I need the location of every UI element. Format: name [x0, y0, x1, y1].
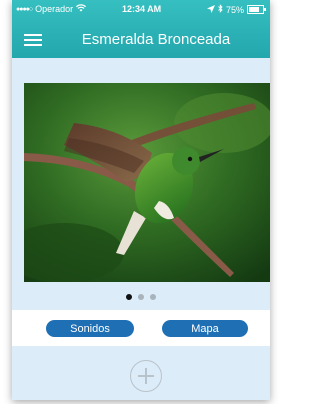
header-bar: ●●●●○ Operador 12:34 AM 75% Esmeralda Br…: [12, 0, 270, 58]
signal-strength: ●●●●○: [16, 5, 33, 13]
hamburger-menu-icon[interactable]: [24, 34, 42, 46]
battery-percent: 75%: [225, 4, 244, 15]
carrier-name: Operador: [35, 4, 74, 14]
bluetooth-icon: [218, 4, 223, 15]
app-screen: ●●●●○ Operador 12:34 AM 75% Esmeralda Br…: [12, 0, 270, 400]
sounds-button[interactable]: Sonidos: [46, 320, 134, 337]
species-photo[interactable]: [24, 83, 270, 282]
page-title: Esmeralda Bronceada: [81, 31, 231, 48]
plus-circle-icon[interactable]: [130, 360, 162, 392]
wifi-icon: [76, 4, 87, 14]
gallery-pager[interactable]: [12, 294, 270, 300]
status-time: 12:34 AM: [122, 4, 162, 14]
map-button[interactable]: Mapa: [162, 320, 248, 337]
location-arrow-icon: [206, 4, 215, 15]
pager-dot[interactable]: [150, 294, 156, 300]
pager-dot-active[interactable]: [126, 294, 132, 300]
action-bar: Sonidos Mapa: [12, 310, 270, 346]
battery-icon: [247, 5, 266, 14]
pager-dot[interactable]: [138, 294, 144, 300]
status-bar: ●●●●○ Operador 12:34 AM 75%: [12, 0, 270, 20]
